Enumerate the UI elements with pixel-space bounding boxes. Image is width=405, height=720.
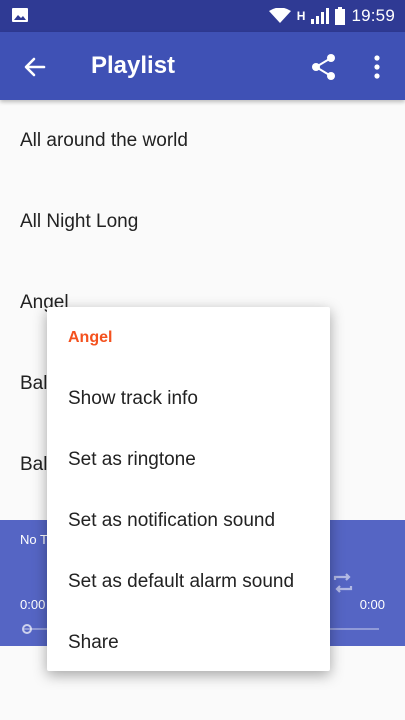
track-label: No T (20, 532, 48, 547)
menu-item-set-as-default-alarm-sound[interactable]: Set as default alarm sound (47, 551, 330, 612)
menu-title: Angel (68, 329, 113, 346)
time-elapsed: 0:00 (20, 597, 46, 612)
signal-icon (311, 8, 330, 24)
more-vert-icon[interactable] (362, 52, 392, 82)
menu-item-set-as-ringtone[interactable]: Set as ringtone (47, 429, 330, 490)
seek-thumb[interactable] (22, 624, 32, 634)
clock: 19:59 (351, 6, 395, 25)
menu-item-set-as-notification-sound[interactable]: Set as notification sound (47, 490, 330, 551)
list-item[interactable]: All around the world (0, 100, 405, 181)
status-icons: H 19:59 (268, 6, 395, 26)
repeat-icon[interactable] (330, 570, 356, 596)
list-item[interactable]: All Night Long (0, 181, 405, 262)
app-bar: Playlist (0, 32, 405, 100)
share-icon[interactable] (309, 52, 339, 82)
status-bar: H 19:59 (0, 0, 405, 32)
battery-icon (335, 7, 346, 25)
back-arrow-icon[interactable] (20, 52, 50, 82)
wifi-icon (268, 8, 291, 23)
context-menu: Angel Show track info Set as ringtone Se… (47, 307, 330, 671)
time-total: 0:00 (359, 597, 385, 612)
image-icon (12, 8, 28, 22)
page-title: Playlist (91, 52, 176, 79)
menu-item-show-track-info[interactable]: Show track info (47, 368, 330, 429)
network-type: H (296, 9, 306, 23)
menu-item-share[interactable]: Share (47, 612, 330, 673)
